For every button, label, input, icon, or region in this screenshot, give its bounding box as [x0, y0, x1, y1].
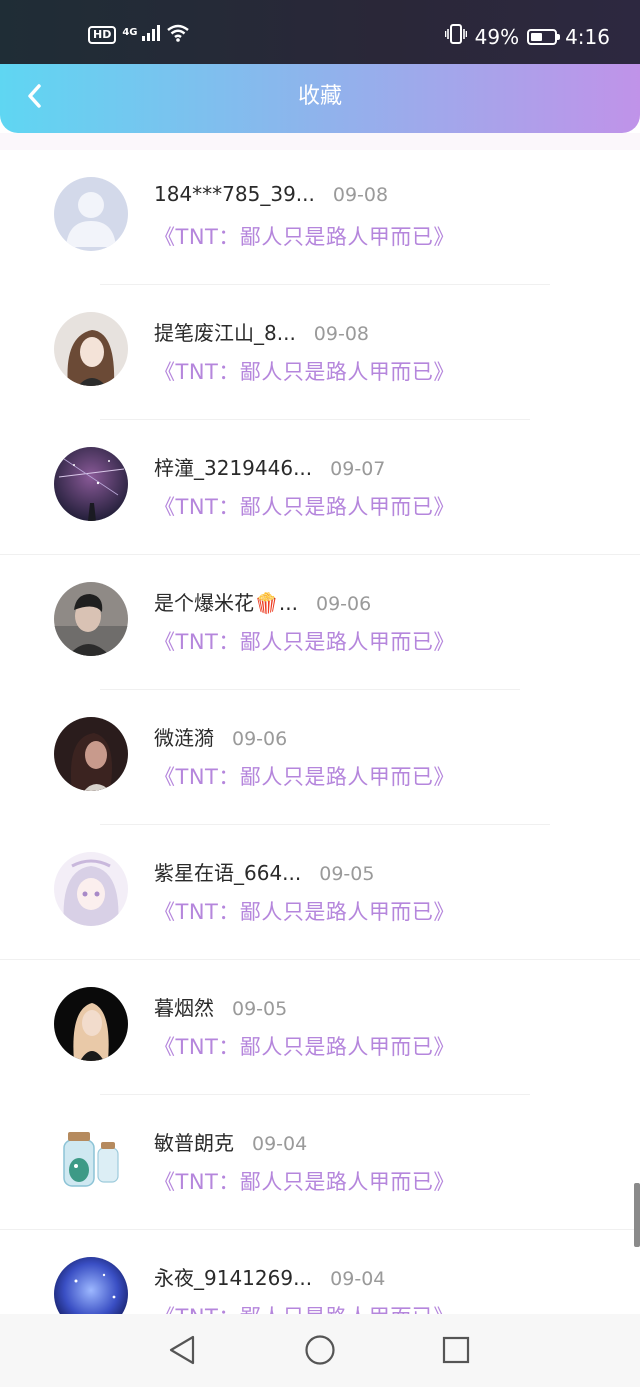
list-item[interactable]: 紫星在语_664... 09-05 《TNT：鄙人只是路人甲而已》 — [0, 825, 640, 960]
list-item[interactable]: 184***785_39... 09-08 《TNT：鄙人只是路人甲而已》 — [0, 150, 640, 285]
user-name[interactable]: 是个爆米花🍿... — [154, 587, 298, 616]
avatar[interactable] — [54, 1257, 128, 1314]
avatar[interactable] — [54, 717, 128, 791]
status-bar: HD 4G 49% 4:16 — [0, 0, 640, 64]
user-name[interactable]: 184***785_39... — [154, 182, 315, 206]
list-item[interactable]: 是个爆米花🍿... 09-06 《TNT：鄙人只是路人甲而已》 — [0, 555, 640, 690]
user-name[interactable]: 暮烟然 — [154, 992, 214, 1021]
nav-home-button[interactable] — [300, 1332, 340, 1372]
date: 09-07 — [330, 458, 386, 480]
date: 09-05 — [319, 863, 375, 885]
nav-recents-button[interactable] — [436, 1332, 476, 1372]
hd-badge: HD — [88, 26, 117, 44]
work-title[interactable]: 《TNT：鄙人只是路人甲而已》 — [154, 491, 455, 521]
user-name[interactable]: 紫星在语_664... — [154, 857, 301, 886]
signal-icon — [141, 25, 160, 45]
work-title[interactable]: 《TNT：鄙人只是路人甲而已》 — [154, 761, 455, 791]
circle-home-icon — [304, 1334, 336, 1370]
list-item[interactable]: 梓潼_3219446... 09-07 《TNT：鄙人只是路人甲而已》 — [0, 420, 640, 555]
work-title[interactable]: 《TNT：鄙人只是路人甲而已》 — [154, 1166, 455, 1196]
avatar[interactable] — [54, 987, 128, 1061]
list-item[interactable]: 暮烟然 09-05 《TNT：鄙人只是路人甲而已》 — [0, 960, 640, 1095]
user-name[interactable]: 梓潼_3219446... — [154, 452, 312, 481]
clock: 4:16 — [565, 24, 610, 49]
list-item[interactable]: 提笔废江山_8... 09-08 《TNT：鄙人只是路人甲而已》 — [0, 285, 640, 420]
user-name[interactable]: 提笔废江山_8... — [154, 317, 296, 346]
header: 收藏 — [0, 64, 640, 133]
work-title[interactable]: 《TNT：鄙人只是路人甲而已》 — [154, 626, 455, 656]
date: 09-08 — [332, 184, 389, 206]
wifi-icon — [166, 24, 190, 46]
name-row: 永夜_9141269... 09-04 — [154, 1262, 385, 1291]
network-type: 4G — [122, 26, 138, 38]
date: 09-04 — [330, 1268, 386, 1290]
battery-icon — [527, 28, 561, 45]
list-item[interactable]: 微涟漪 09-06 《TNT：鄙人只是路人甲而已》 — [0, 690, 640, 825]
battery-level — [531, 32, 543, 41]
avatar[interactable] — [54, 582, 128, 656]
square-recents-icon — [441, 1335, 471, 1369]
date: 09-05 — [232, 998, 288, 1020]
list-item[interactable]: 敏普朗克 09-04 《TNT：鄙人只是路人甲而已》 — [0, 1095, 640, 1230]
name-row: 提笔废江山_8... 09-08 — [154, 317, 369, 346]
vibrate-icon — [444, 24, 467, 49]
work-title[interactable]: 《TNT：鄙人只是路人甲而已》 — [154, 896, 455, 926]
page-title: 收藏 — [297, 84, 342, 109]
system-nav-bar — [0, 1314, 640, 1387]
name-row: 微涟漪 09-06 — [154, 722, 287, 751]
work-title[interactable]: 《TNT：鄙人只是路人甲而已》 — [154, 356, 455, 386]
scrollbar[interactable] — [634, 1183, 640, 1247]
user-name[interactable]: 微涟漪 — [154, 722, 214, 751]
date: 09-04 — [252, 1133, 308, 1155]
header-spacer — [0, 133, 640, 150]
name-row: 敏普朗克 09-04 — [154, 1127, 307, 1156]
name-row: 梓潼_3219446... 09-07 — [154, 452, 385, 481]
avatar[interactable] — [54, 312, 128, 386]
list-item[interactable]: 永夜_9141269... 09-04 《TNT：鄙人只是路人甲而已》 — [0, 1230, 640, 1314]
name-row: 184***785_39... 09-08 — [154, 182, 388, 206]
avatar[interactable] — [54, 447, 128, 521]
user-name[interactable]: 永夜_9141269... — [154, 1262, 312, 1291]
work-title[interactable]: 《TNT：鄙人只是路人甲而已》 — [154, 221, 455, 251]
avatar[interactable] — [54, 1122, 128, 1196]
triangle-back-icon — [167, 1334, 197, 1370]
status-right: 49% 4:16 — [444, 24, 610, 49]
nav-back-button[interactable] — [162, 1332, 202, 1372]
name-row: 暮烟然 09-05 — [154, 992, 287, 1021]
date: 09-08 — [313, 323, 370, 345]
avatar[interactable] — [54, 852, 128, 926]
name-row: 紫星在语_664... 09-05 — [154, 857, 374, 886]
date: 09-06 — [232, 728, 288, 750]
user-name[interactable]: 敏普朗克 — [154, 1127, 234, 1156]
date: 09-06 — [315, 593, 372, 615]
work-title[interactable]: 《TNT：鄙人只是路人甲而已》 — [154, 1301, 455, 1314]
name-row: 是个爆米花🍿... 09-06 — [154, 587, 371, 616]
battery-percent: 49% — [474, 24, 520, 49]
avatar[interactable] — [54, 177, 128, 251]
status-left: HD 4G — [88, 24, 190, 46]
work-title[interactable]: 《TNT：鄙人只是路人甲而已》 — [154, 1031, 455, 1061]
favorites-list[interactable]: 184***785_39... 09-08 《TNT：鄙人只是路人甲而已》 提笔… — [0, 150, 640, 1314]
